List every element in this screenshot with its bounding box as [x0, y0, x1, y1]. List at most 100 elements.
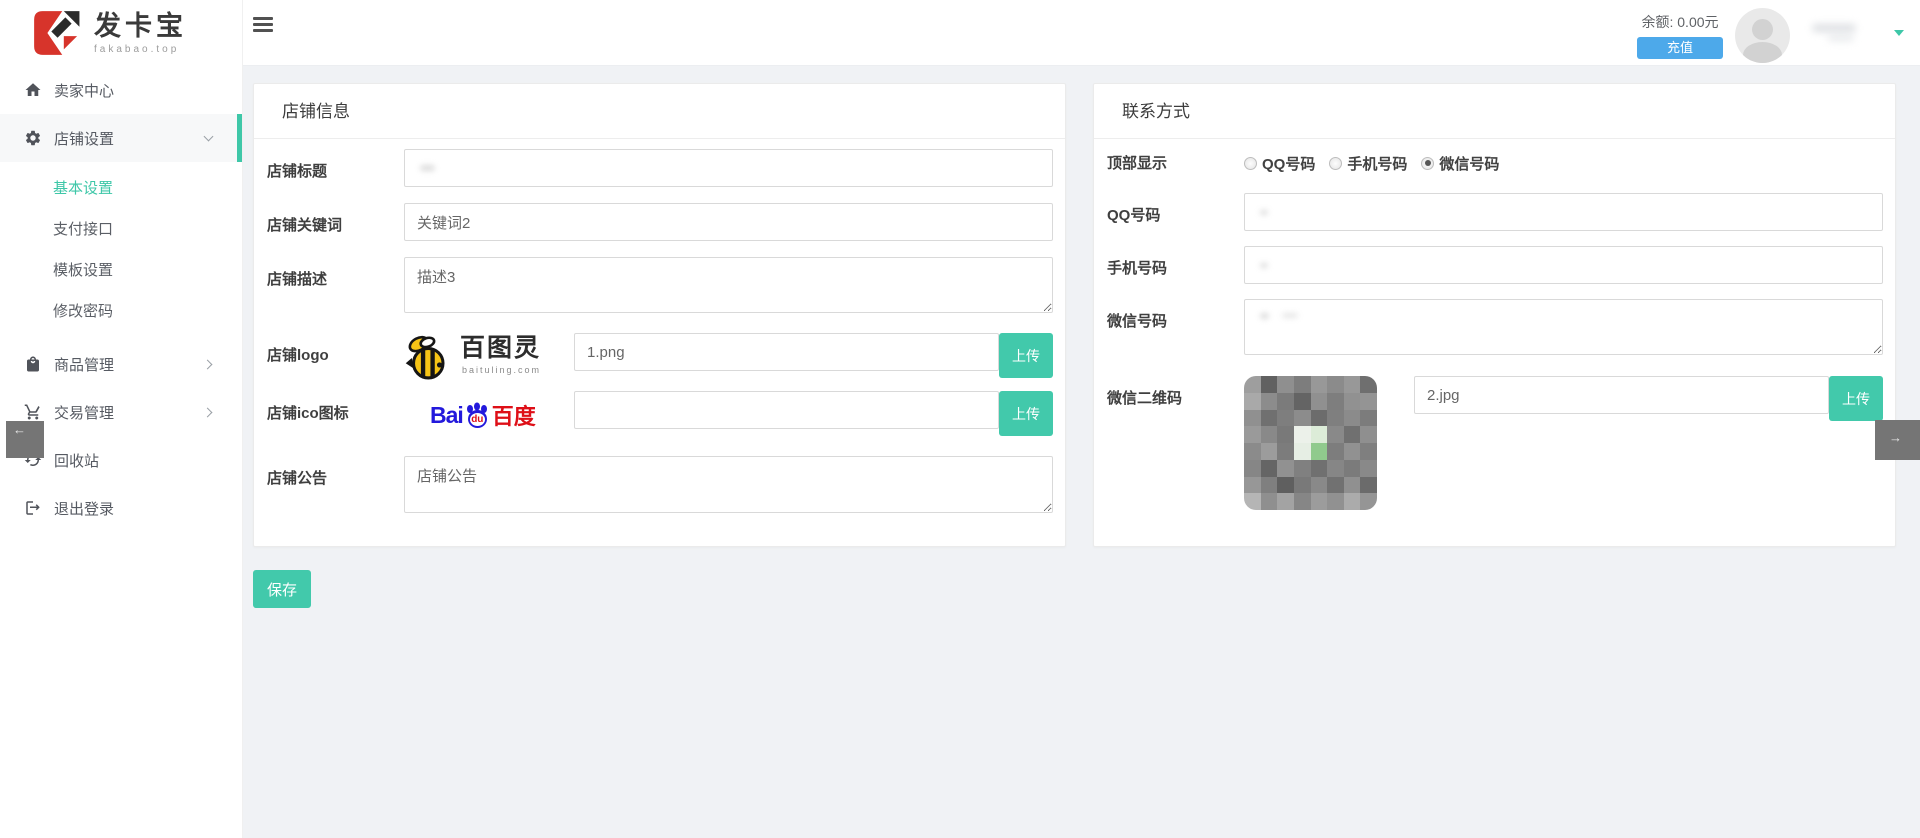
shop-ico-label: 店铺ico图标: [267, 391, 404, 423]
sidebar-item-basic-settings[interactable]: 基本设置: [0, 168, 242, 209]
shop-ico-preview: Bai du 百度: [404, 391, 574, 431]
top-display-row: 顶部显示 QQ号码 手机号码 微信号码: [1107, 149, 1883, 193]
radio-phone[interactable]: 手机号码: [1329, 153, 1407, 174]
phone-row: 手机号码: [1107, 246, 1883, 284]
collapse-left-button[interactable]: ←: [6, 421, 44, 458]
wechat-textarea[interactable]: [1244, 299, 1883, 355]
phone-label: 手机号码: [1107, 246, 1244, 278]
baituling-bee-icon: [404, 333, 456, 383]
balance-label: 余额:: [1641, 14, 1673, 30]
shop-logo-label: 店铺logo: [267, 333, 404, 365]
caret-down-icon[interactable]: [1894, 30, 1904, 36]
hamburger-menu-icon[interactable]: [253, 17, 273, 33]
chevron-right-icon: [204, 408, 212, 416]
shop-desc-textarea[interactable]: 描述3: [404, 257, 1053, 313]
shop-keywords-input[interactable]: [404, 203, 1053, 241]
baidu-cn-text: 百度: [492, 399, 536, 431]
shop-title-row: 店铺标题: [267, 149, 1053, 187]
qr-upload-button[interactable]: 上传: [1829, 376, 1883, 421]
balance-text: 余额: 0.00元: [1637, 12, 1723, 32]
balance-value: 0.00元: [1677, 14, 1718, 30]
main-content: 店铺信息 店铺标题 店铺关键词 店铺描述: [243, 66, 1920, 838]
chevron-down-icon: [204, 134, 212, 142]
sidebar-item-shop-settings[interactable]: 店铺设置: [0, 114, 242, 162]
top-display-label: 顶部显示: [1107, 149, 1244, 173]
brand-domain: fakabao.top: [94, 44, 187, 55]
wechat-label: 微信号码: [1107, 299, 1244, 331]
shop-info-card: 店铺信息 店铺标题 店铺关键词 店铺描述: [253, 83, 1066, 547]
qq-row: QQ号码: [1107, 193, 1883, 231]
shop-notice-row: 店铺公告 店铺公告: [267, 456, 1053, 518]
phone-input[interactable]: [1244, 246, 1883, 284]
shop-desc-row: 店铺描述 描述3: [267, 257, 1053, 318]
sidebar-item-logout[interactable]: 退出登录: [0, 484, 242, 532]
shop-notice-label: 店铺公告: [267, 456, 404, 488]
bag-icon: [24, 355, 42, 373]
sidebar: 发卡宝 fakabao.top 卖家中心 店铺设置 基本设置 支付接口 模板设置…: [0, 0, 243, 838]
contact-card-title: 联系方式: [1094, 84, 1895, 139]
sidebar-item-product-management[interactable]: 商品管理: [0, 340, 242, 388]
home-icon: [24, 81, 42, 99]
baidu-bai-text: Bai: [430, 402, 463, 429]
username-redacted[interactable]: [1812, 22, 1870, 44]
baituling-name: 百图灵: [460, 333, 541, 363]
qr-image: [1244, 376, 1377, 510]
recharge-button[interactable]: 充值: [1637, 37, 1723, 59]
radio-circle[interactable]: [1329, 157, 1342, 170]
radio-wechat[interactable]: 微信号码: [1421, 153, 1499, 174]
right-arrow-icon: →: [1889, 430, 1902, 445]
shop-notice-textarea[interactable]: 店铺公告: [404, 456, 1053, 513]
sidebar-menu: 卖家中心 店铺设置 基本设置 支付接口 模板设置 修改密码 商品管理 交易管理 …: [0, 66, 242, 532]
shop-ico-row: 店铺ico图标 Bai du: [267, 391, 1053, 436]
baidu-du-text: du: [470, 413, 485, 426]
chevron-right-icon: [204, 360, 212, 368]
sidebar-item-label: 商品管理: [54, 354, 114, 375]
expand-right-button[interactable]: →: [1875, 420, 1920, 460]
shop-logo-row: 店铺logo: [267, 333, 1053, 383]
active-indicator: [237, 114, 242, 162]
qr-row: 微信二维码 上传: [1107, 376, 1883, 510]
shop-title-input[interactable]: [404, 149, 1053, 187]
sidebar-item-label: 卖家中心: [54, 80, 114, 101]
sidebar-item-label: 回收站: [54, 450, 99, 471]
qr-file-input[interactable]: [1414, 376, 1829, 414]
shop-keywords-row: 店铺关键词: [267, 203, 1053, 241]
baituling-domain: baituling.com: [460, 365, 541, 375]
sidebar-item-seller-center[interactable]: 卖家中心: [0, 66, 242, 114]
sidebar-item-template-settings[interactable]: 模板设置: [0, 250, 242, 291]
qr-label: 微信二维码: [1107, 376, 1244, 408]
sidebar-item-change-password[interactable]: 修改密码: [0, 291, 242, 332]
save-button[interactable]: 保存: [253, 570, 311, 608]
avatar[interactable]: [1735, 8, 1790, 63]
shop-logo-file-input[interactable]: [574, 333, 999, 371]
brand-logo-icon: [28, 8, 84, 58]
contact-card: 联系方式 顶部显示 QQ号码 手机号码: [1093, 83, 1896, 547]
sidebar-item-label: 交易管理: [54, 402, 114, 423]
radio-circle-checked[interactable]: [1421, 157, 1434, 170]
sidebar-item-label: 退出登录: [54, 498, 114, 519]
shop-logo-preview: 百图灵 baituling.com: [404, 333, 574, 383]
shop-desc-label: 店铺描述: [267, 257, 404, 289]
radio-qq[interactable]: QQ号码: [1244, 153, 1315, 174]
shop-title-label: 店铺标题: [267, 149, 404, 181]
sidebar-item-label: 店铺设置: [54, 128, 114, 149]
shop-ico-upload-button[interactable]: 上传: [999, 391, 1053, 436]
topbar: 余额: 0.00元 充值: [243, 0, 1920, 66]
qq-input[interactable]: [1244, 193, 1883, 231]
shop-ico-file-input[interactable]: [574, 391, 999, 429]
logout-icon: [24, 499, 42, 517]
brand-name: 发卡宝: [94, 11, 187, 41]
shop-logo-upload-button[interactable]: 上传: [999, 333, 1053, 378]
shop-settings-submenu: 基本设置 支付接口 模板设置 修改密码: [0, 162, 242, 340]
wechat-row: 微信号码: [1107, 299, 1883, 360]
left-arrow-icon: ←: [13, 422, 26, 437]
sidebar-item-payment-interface[interactable]: 支付接口: [0, 209, 242, 250]
shop-card-title: 店铺信息: [254, 84, 1065, 139]
qq-label: QQ号码: [1107, 193, 1244, 225]
brand-logo[interactable]: 发卡宝 fakabao.top: [0, 0, 242, 66]
gear-icon: [24, 129, 42, 147]
baidu-paw-icon: du: [464, 402, 491, 429]
cart-icon: [24, 403, 42, 421]
radio-circle[interactable]: [1244, 157, 1257, 170]
shop-keywords-label: 店铺关键词: [267, 203, 404, 235]
